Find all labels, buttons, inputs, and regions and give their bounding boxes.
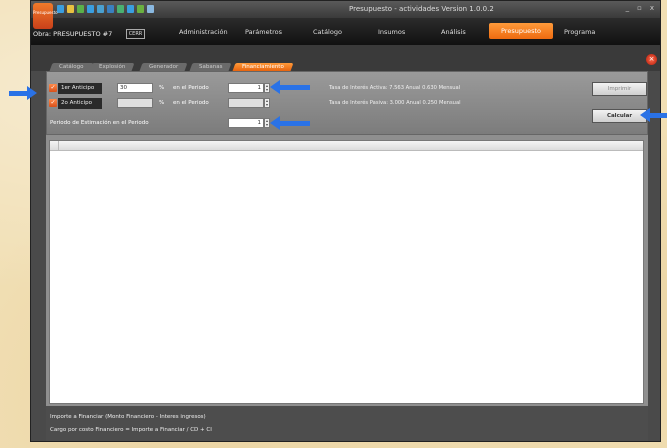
estimacion-label: Periodo de Estimación en el Periodo — [50, 120, 149, 126]
tasa-activa-text: Tasa de Interés Activa: 7.563 Anual 0.63… — [329, 85, 461, 91]
anticipo2-periodo-spinner[interactable]: ▴ ▾ — [264, 98, 270, 108]
anticipo1-percent-input[interactable]: 30 — [117, 83, 153, 93]
anticipo1-periodo-label: en el Periodo — [173, 85, 209, 91]
anticipo2-label: 2o Anticipo — [58, 98, 102, 109]
maximize-button[interactable]: ▫ — [637, 4, 642, 12]
imprimir-button[interactable]: Imprimir — [592, 82, 647, 96]
grid-icon[interactable] — [127, 5, 134, 13]
menu-programa[interactable]: Programa — [564, 28, 595, 36]
tab-label: Financiamiento — [242, 64, 284, 70]
menu-catalogo[interactable]: Catálogo — [313, 28, 342, 36]
menu-analisis[interactable]: Análisis — [441, 28, 466, 36]
app-window: Presupuesto - actividades Version 1.0.0.… — [30, 0, 661, 442]
row-selector-header — [50, 141, 59, 150]
arrow-head — [270, 116, 280, 130]
anticipo2-percent-input[interactable] — [117, 98, 153, 108]
close-window-button[interactable]: x — [650, 4, 654, 12]
help-icon[interactable] — [147, 5, 154, 13]
print-icon[interactable] — [87, 5, 94, 13]
footer-line-1: Importe a Financiar (Monto Financiero - … — [50, 414, 206, 420]
export-icon[interactable] — [117, 5, 124, 13]
financiamiento-panel: ✓ 1er Anticipo 30 % en el Periodo 1 ▴ ▾ ✓… — [46, 71, 648, 441]
tab-label: Catálogo — [59, 64, 84, 70]
arrow-head — [640, 108, 650, 122]
tasa-pasiva-text: Tasa de Interés Pasiva: 3.000 Anual 0.25… — [329, 100, 461, 106]
arrow-head — [27, 86, 37, 100]
document-close-button[interactable]: CERR — [126, 29, 145, 39]
footer-line-2: Cargo por costo Financiero = Importe a F… — [50, 427, 212, 433]
app-logo[interactable]: Presupuesto — [33, 3, 58, 29]
save-icon[interactable] — [77, 5, 84, 13]
calcular-button[interactable]: Calcular — [592, 109, 647, 123]
window-controls: _ ▫ x — [626, 4, 654, 12]
options-panel: ✓ 1er Anticipo 30 % en el Periodo 1 ▴ ▾ ✓… — [46, 71, 648, 135]
anticipo2-periodo-input[interactable] — [228, 98, 264, 108]
copy-icon[interactable] — [97, 5, 104, 13]
anticipo1-label: 1er Anticipo — [58, 83, 102, 94]
estimacion-periodo-input[interactable]: 1 — [228, 118, 264, 128]
anticipo2-periodo-label: en el Periodo — [173, 100, 209, 106]
menu-bar: Obra: PRESUPUESTO #7 CERR Administración… — [31, 18, 660, 45]
tab-financiamiento[interactable]: Financiamiento — [232, 63, 294, 71]
minimize-button[interactable]: _ — [626, 4, 630, 12]
window-title: Presupuesto - actividades Version 1.0.0.… — [349, 5, 494, 13]
menu-insumos[interactable]: Insumos — [378, 28, 405, 36]
open-icon[interactable] — [67, 5, 74, 13]
anticipo1-checkbox[interactable]: ✓ — [49, 84, 57, 92]
title-bar: Presupuesto - actividades Version 1.0.0.… — [31, 1, 660, 18]
anticipo2-percent-sign: % — [159, 100, 165, 106]
arrow-shaft — [9, 90, 27, 96]
new-icon[interactable] — [57, 5, 64, 13]
tab-strip: Catálogo Explosión Generador Sabanas Fin… — [31, 45, 660, 71]
menu-parametros[interactable]: Parámetros — [245, 28, 282, 36]
table-header — [50, 141, 643, 151]
tab-catalogo[interactable]: Catálogo — [49, 63, 93, 71]
anticipo2-checkbox[interactable]: ✓ — [49, 99, 57, 107]
anticipo1-periodo-input[interactable]: 1 — [228, 83, 264, 93]
tab-label: Generador — [149, 64, 179, 70]
tab-label: Explosión — [99, 64, 126, 70]
menu-presupuesto[interactable]: Presupuesto — [489, 23, 553, 39]
results-table[interactable] — [49, 140, 644, 404]
arrow-shaft — [650, 112, 667, 118]
tab-generador[interactable]: Generador — [139, 63, 188, 71]
paste-icon[interactable] — [107, 5, 114, 13]
tab-label: Sabanas — [199, 64, 223, 70]
arrow-shaft — [280, 84, 310, 90]
close-tab-icon[interactable]: × — [646, 54, 657, 65]
document-name: Obra: PRESUPUESTO #7 — [33, 30, 113, 38]
quick-access-toolbar — [57, 5, 154, 13]
anticipo1-percent-sign: % — [159, 85, 165, 91]
app-logo-text: Presupuesto — [33, 10, 58, 15]
arrow-head — [270, 80, 280, 94]
menu-administracion[interactable]: Administración — [179, 28, 228, 36]
tab-explosion[interactable]: Explosión — [89, 63, 135, 71]
calc-icon[interactable] — [137, 5, 144, 13]
footer-panel: Importe a Financiar (Monto Financiero - … — [46, 406, 648, 441]
arrow-shaft — [280, 120, 310, 126]
tab-sabanas[interactable]: Sabanas — [189, 63, 232, 71]
